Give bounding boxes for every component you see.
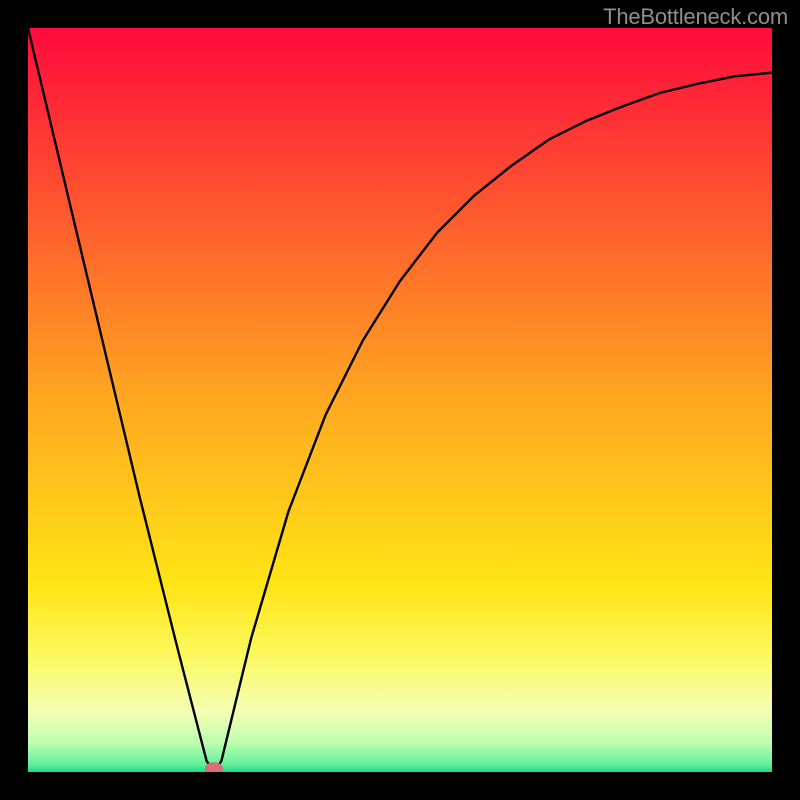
bottleneck-curve [28,28,772,772]
bottleneck-chart [28,28,772,772]
watermark-text: TheBottleneck.com [603,4,788,30]
chart-frame: TheBottleneck.com [0,0,800,800]
